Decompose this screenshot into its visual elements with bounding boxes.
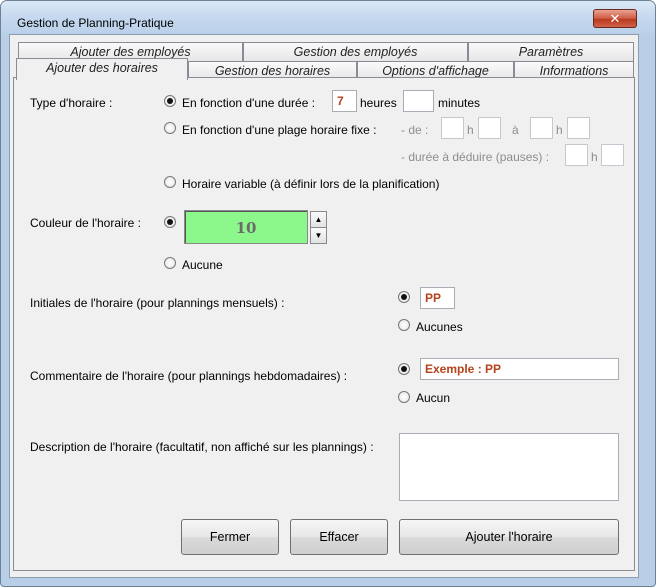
hours-input[interactable]: 7 [332,90,357,112]
to-h-label: h [556,123,563,137]
type-variable-radio[interactable] [164,176,176,188]
initials-none-label: Aucunes [416,320,463,334]
clear-button[interactable]: Effacer [290,519,388,555]
deduct-hours-input[interactable] [565,144,588,166]
color-none-label: Aucune [182,258,223,272]
comment-radio[interactable] [398,363,410,375]
minutes-unit: minutes [438,96,481,110]
deduct-h-label: h [591,150,598,164]
type-label: Type d'horaire : [30,96,113,110]
comment-input[interactable]: Exemple : PP [420,358,619,380]
comment-none-label: Aucun [416,391,451,405]
type-variable-label: Horaire variable (à définir lors de la p… [182,177,440,191]
type-duration-radio[interactable] [164,95,176,107]
from-label: - de : [401,123,429,137]
deduct-minutes-input[interactable] [601,144,624,166]
to-label: à [512,123,519,137]
color-label: Couleur de l'horaire : [30,216,142,230]
description-textarea[interactable] [399,433,619,501]
to-hours-input[interactable] [530,117,553,139]
to-minutes-input[interactable] [567,117,590,139]
spin-down-icon[interactable]: ▼ [310,227,327,244]
comment-none-radio[interactable] [398,391,410,403]
hours-unit: heures [360,96,397,110]
type-duration-label: En fonction d'une durée : [182,96,316,110]
color-radio[interactable] [164,216,176,228]
description-label: Description de l'horaire (facultatif, no… [30,440,374,454]
deduct-label: - durée à déduire (pauses) : [401,150,550,164]
initials-label: Initiales de l'horaire (pour plannings m… [30,296,285,310]
initials-input[interactable]: PP [420,287,455,309]
color-swatch[interactable]: 10 [184,210,308,244]
spin-up-icon[interactable]: ▲ [310,211,327,228]
initials-radio[interactable] [398,291,410,303]
from-h-label: h [467,123,474,137]
comment-label: Commentaire de l'horaire (pour plannings… [30,369,348,383]
type-range-radio[interactable] [164,122,176,134]
close-button[interactable]: Fermer [181,519,279,555]
from-minutes-input[interactable] [478,117,501,139]
minutes-input[interactable] [403,90,434,112]
add-schedule-button[interactable]: Ajouter l'horaire [399,519,619,555]
dialog-window: Gestion de Planning-Pratique ✕ Ajouter d… [0,0,656,587]
from-hours-input[interactable] [441,117,464,139]
type-range-label: En fonction d'une plage horaire fixe : [182,123,377,137]
initials-none-radio[interactable] [398,319,410,331]
color-none-radio[interactable] [164,257,176,269]
